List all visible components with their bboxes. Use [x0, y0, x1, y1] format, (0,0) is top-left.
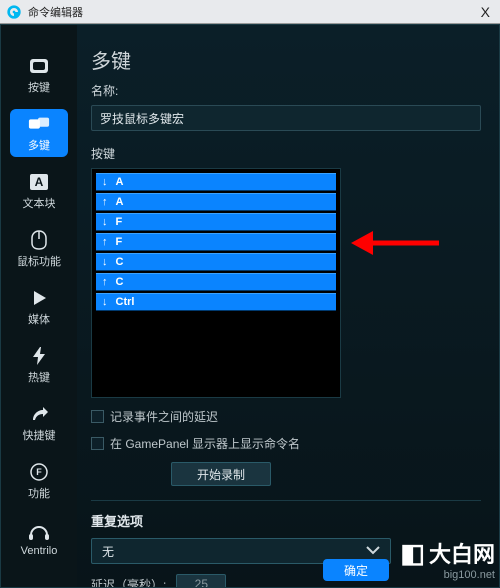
- watermark-url: big100.net: [400, 569, 495, 581]
- titlebar: 命令编辑器 X: [0, 0, 500, 24]
- close-button[interactable]: X: [477, 4, 494, 20]
- keys-label: 按键: [91, 145, 481, 162]
- sidebar-label: 功能: [28, 485, 50, 501]
- sidebar-label: 鼠标功能: [17, 253, 61, 269]
- arrow-up-icon: ↑: [102, 196, 108, 208]
- key-row[interactable]: ↓ Ctrl: [96, 293, 336, 311]
- sidebar-label: 快捷键: [23, 427, 56, 443]
- sidebar: 按键 多键 A 文本块 鼠标功能 媒体: [1, 25, 77, 587]
- arrow-up-icon: ↑: [102, 276, 108, 288]
- page-title: 多键: [91, 45, 481, 74]
- sidebar-label: 文本块: [23, 195, 56, 211]
- watermark-logo-icon: ◧: [400, 538, 425, 569]
- watermark: ◧ 大白网 big100.net: [400, 537, 495, 581]
- arrow-up-icon: ↑: [102, 236, 108, 248]
- key-row[interactable]: ↑F: [96, 233, 336, 251]
- chevron-down-icon: [366, 544, 380, 558]
- sidebar-item-hotkey[interactable]: 热键: [10, 341, 68, 389]
- repeat-heading: 重复选项: [91, 511, 481, 530]
- key-row[interactable]: ↓C: [96, 253, 336, 271]
- logitech-g-logo: [6, 4, 22, 20]
- key-label: Ctrl: [116, 296, 135, 308]
- arrow-down-icon: ↓: [102, 296, 108, 308]
- watermark-brand: 大白网: [429, 537, 495, 569]
- key-label: F: [116, 236, 123, 248]
- sidebar-item-function[interactable]: F 功能: [10, 457, 68, 505]
- confirm-button[interactable]: 确定: [323, 559, 389, 581]
- svg-text:F: F: [36, 467, 42, 477]
- checkbox-icon[interactable]: [91, 410, 104, 423]
- headset-icon: [28, 522, 50, 542]
- multikey-icon: [28, 114, 50, 134]
- gamepanel-label: 在 GamePanel 显示器上显示命令名: [110, 435, 300, 452]
- key-row[interactable]: ↓A: [96, 173, 336, 191]
- key-label: F: [116, 216, 123, 228]
- key-label: C: [116, 276, 124, 288]
- key-label: A: [116, 196, 124, 208]
- main-content: 多键 名称: 按键 ↓A ↑A ↓F ↑F ↓C ↑C ↓Ctrl 记录事件之间…: [77, 25, 499, 587]
- arrow-down-icon: ↓: [102, 256, 108, 268]
- sidebar-label: 按键: [28, 79, 50, 95]
- checkbox-icon[interactable]: [91, 437, 104, 450]
- key-row[interactable]: ↓F: [96, 213, 336, 231]
- sidebar-item-ventrilo[interactable]: Ventrilo: [10, 515, 68, 563]
- start-record-button[interactable]: 开始录制: [171, 462, 271, 486]
- delay-input[interactable]: [176, 574, 226, 587]
- mouse-icon: [28, 230, 50, 250]
- delay-label: 延迟（毫秒）:: [91, 576, 166, 588]
- shortcut-arrow-icon: [28, 404, 50, 424]
- sidebar-label: 媒体: [28, 311, 50, 327]
- key-label: C: [116, 256, 124, 268]
- keys-listbox[interactable]: ↓A ↑A ↓F ↑F ↓C ↑C ↓Ctrl: [91, 168, 341, 398]
- sidebar-item-multikey[interactable]: 多键: [10, 109, 68, 157]
- sidebar-item-keys[interactable]: 按键: [10, 51, 68, 99]
- sidebar-item-media[interactable]: 媒体: [10, 283, 68, 331]
- repeat-select-value: 无: [102, 543, 114, 560]
- name-input[interactable]: [91, 105, 481, 131]
- svg-text:A: A: [35, 175, 44, 189]
- sidebar-label: 多键: [28, 137, 50, 153]
- arrow-down-icon: ↓: [102, 176, 108, 188]
- divider: [91, 500, 481, 501]
- window-title: 命令编辑器: [28, 4, 477, 20]
- sidebar-item-text[interactable]: A 文本块: [10, 167, 68, 215]
- key-label: A: [116, 176, 124, 188]
- record-delay-label: 记录事件之间的延迟: [110, 408, 218, 425]
- key-row[interactable]: ↑A: [96, 193, 336, 211]
- sidebar-item-mouse[interactable]: 鼠标功能: [10, 225, 68, 273]
- play-icon: [28, 288, 50, 308]
- lightning-icon: [28, 346, 50, 366]
- key-row[interactable]: ↑C: [96, 273, 336, 291]
- keycap-icon: [28, 56, 50, 76]
- arrow-down-icon: ↓: [102, 216, 108, 228]
- sidebar-item-shortcut[interactable]: 快捷键: [10, 399, 68, 447]
- window-body: 按键 多键 A 文本块 鼠标功能 媒体: [0, 24, 500, 588]
- textblock-icon: A: [28, 172, 50, 192]
- sidebar-label: Ventrilo: [21, 545, 58, 557]
- name-label: 名称:: [91, 82, 481, 99]
- gamepanel-row[interactable]: 在 GamePanel 显示器上显示命令名: [91, 435, 481, 452]
- sidebar-label: 热键: [28, 369, 50, 385]
- record-delay-row[interactable]: 记录事件之间的延迟: [91, 408, 481, 425]
- gear-icon: F: [28, 462, 50, 482]
